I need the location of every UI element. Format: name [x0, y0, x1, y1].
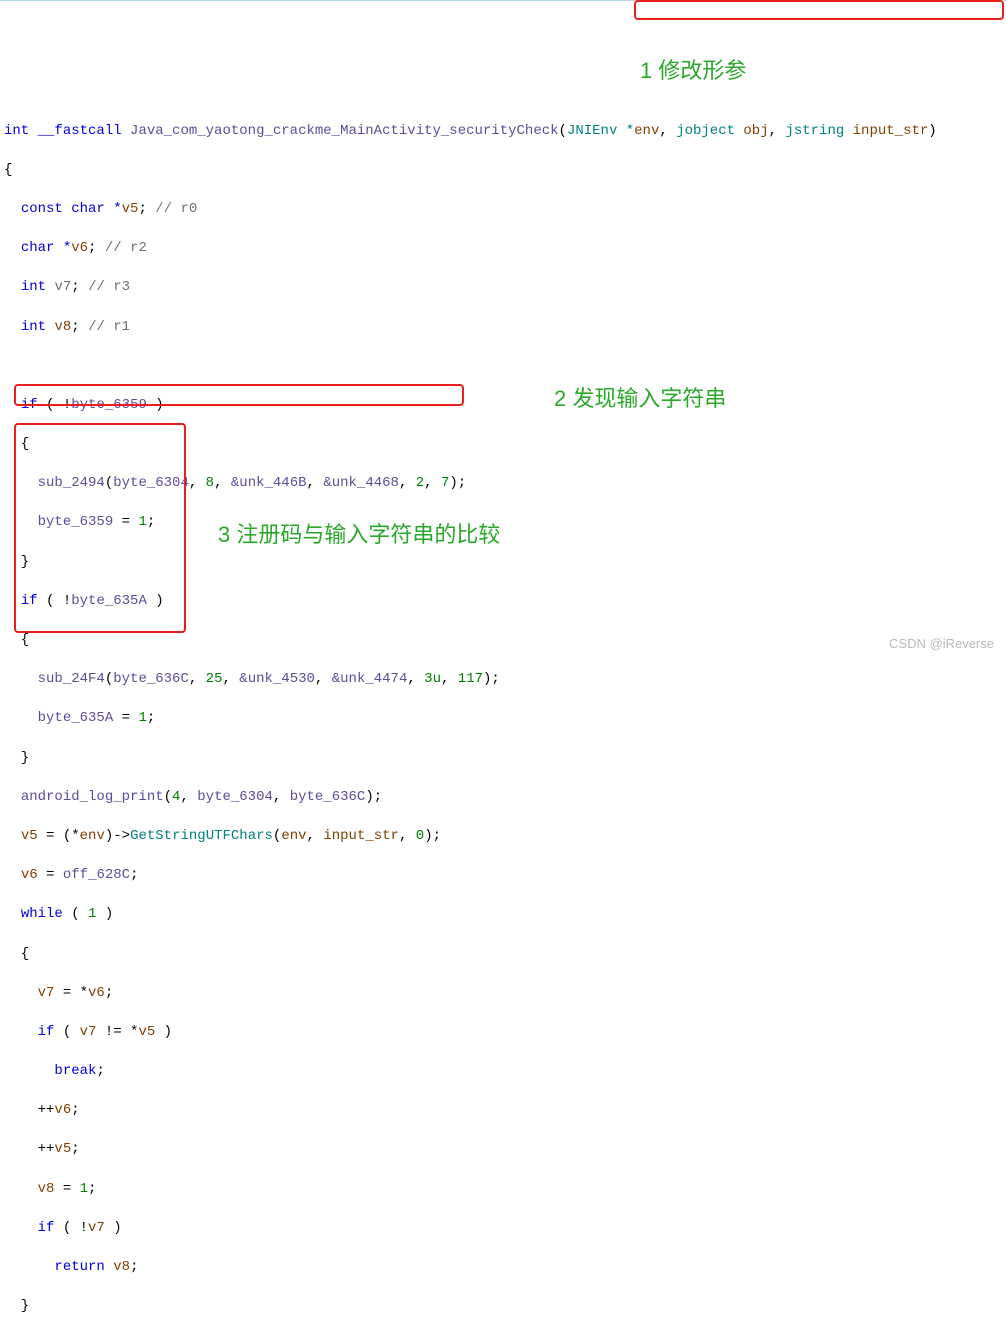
getstring-line: v5 = (*env)->GetStringUTFChars(env, inpu…	[4, 827, 1002, 847]
watermark: CSDN @iReverse	[889, 635, 994, 653]
param-highlight-box	[634, 0, 1004, 20]
annotation-compare: 3 注册码与输入字符串的比较	[218, 520, 500, 551]
loop-highlight-box	[14, 423, 186, 633]
signature-line: int __fastcall Java_com_yaotong_crackme_…	[4, 122, 1002, 142]
while-block: while ( 1 )	[4, 905, 1002, 925]
getstring-highlight-box	[14, 384, 464, 406]
annotation-params: 1 修改形参	[640, 56, 746, 87]
annotation-input-string: 2 发现输入字符串	[554, 384, 726, 415]
